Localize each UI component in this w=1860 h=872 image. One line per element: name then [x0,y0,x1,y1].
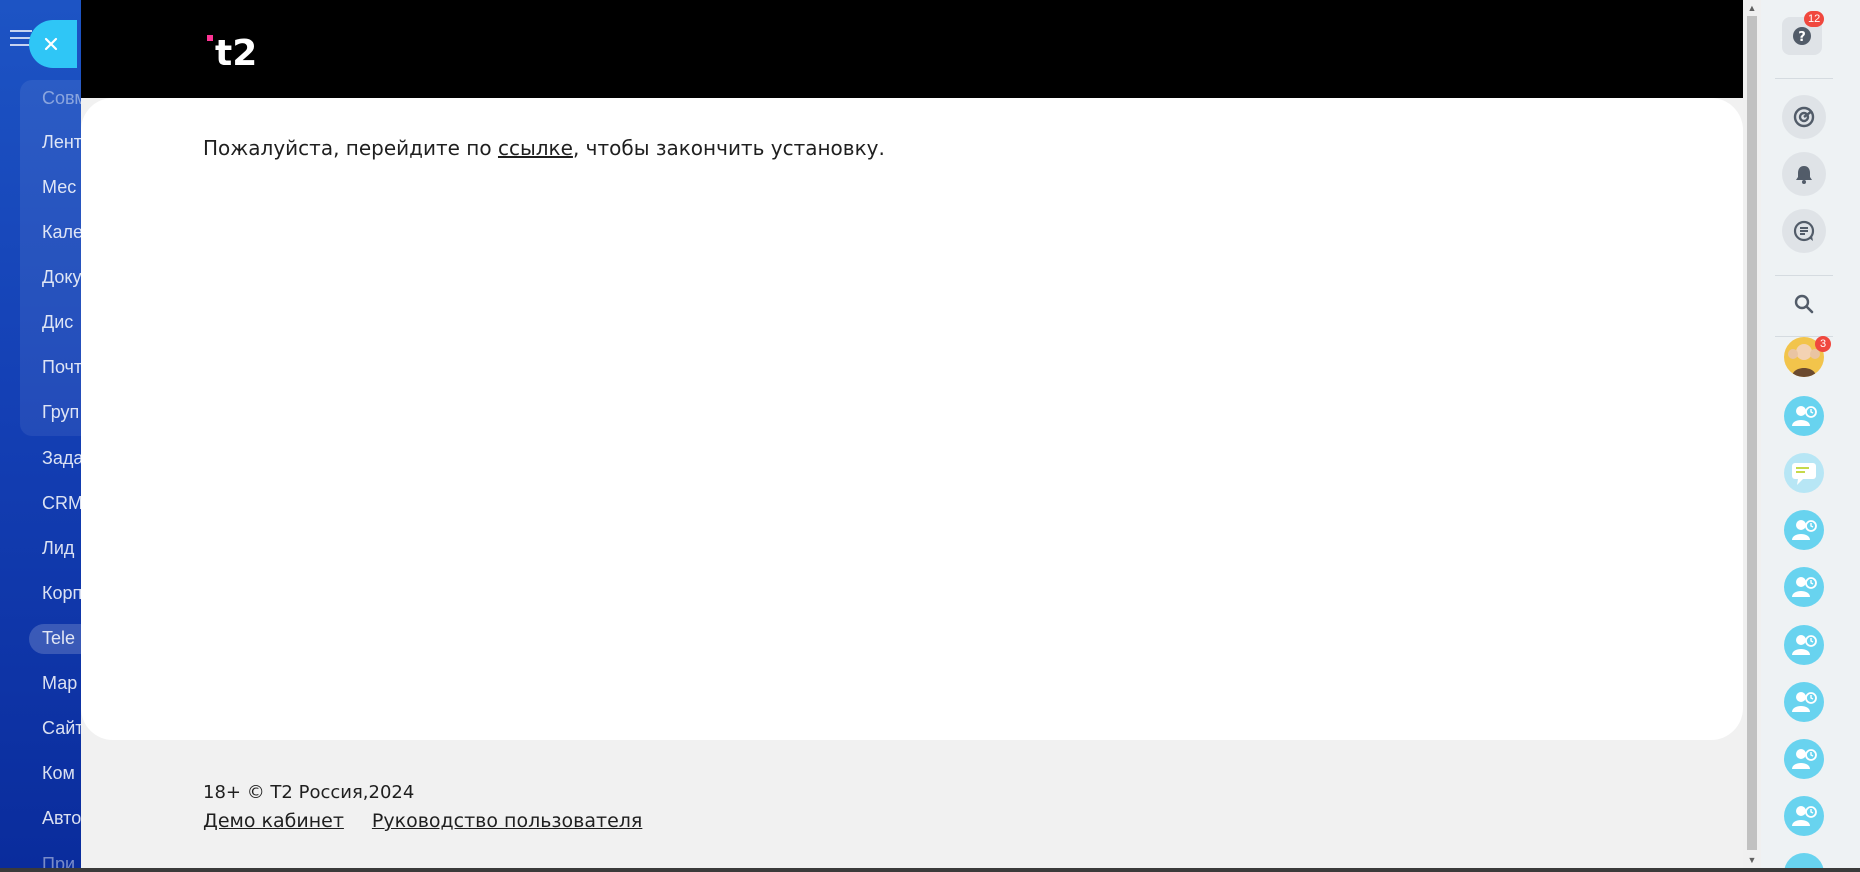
user-clock-icon [1792,749,1817,769]
taskbar-edge [0,868,1860,872]
menu-item[interactable]: Почт [42,357,82,378]
contact-avatar[interactable] [1784,682,1824,722]
menu-item[interactable]: Сайт [42,718,82,739]
message-text-before: Пожалуйста, перейдите по [203,136,498,160]
clock-icon [1793,106,1815,128]
message-text-after: , чтобы закончить установку. [572,136,885,160]
footer-links: Демо кабинет Руководство пользователя [203,810,642,832]
scrollbar[interactable]: ▲ ▼ [1743,0,1761,872]
menu-item[interactable]: Мар [42,673,77,694]
chat-avatar[interactable] [1784,453,1824,493]
install-link[interactable]: ссылке [498,136,573,160]
menu-item[interactable]: Корп [42,583,82,604]
contact-avatar[interactable] [1784,796,1824,836]
install-message: Пожалуйста, перейдите по ссылке, чтобы з… [203,136,885,160]
demo-cabinet-link[interactable]: Демо кабинет [203,810,344,832]
background-left-menu: Совм Лент Мес Кале Доку Дис Почт Груп За… [0,0,82,872]
menu-item[interactable]: CRM [42,493,82,514]
chat-icon [1793,220,1815,242]
group-chat-badge: 3 [1815,336,1831,352]
logo-dot [207,35,213,41]
notifications-button[interactable] [1782,152,1826,196]
menu-item[interactable]: Ком [42,763,75,784]
contact-avatar[interactable] [1784,510,1824,550]
menu-item[interactable]: Лид [42,538,74,559]
separator [1775,78,1833,79]
user-clock-icon [1792,692,1817,712]
svg-text:?: ? [1798,30,1806,45]
user-clock-icon [1792,406,1817,426]
menu-item[interactable]: Доку [42,267,81,288]
search-icon [1794,294,1814,314]
user-clock-icon [1792,577,1817,597]
slider-header: t2 [81,0,1743,98]
timeman-button[interactable] [1782,95,1826,139]
user-guide-link[interactable]: Руководство пользователя [372,810,642,832]
scroll-thumb[interactable] [1747,16,1757,850]
content-card [81,98,1743,740]
scroll-down-arrow[interactable]: ▼ [1747,854,1757,866]
contact-avatar[interactable] [1784,396,1824,436]
menu-item[interactable]: Мес [42,177,76,198]
bell-icon [1796,166,1812,184]
menu-item[interactable]: Зада [42,448,82,469]
close-slider-button[interactable] [29,20,77,68]
user-clock-icon [1792,635,1817,655]
slider-panel: t2 Пожалуйста, перейдите по ссылке, чтоб… [81,0,1743,872]
menu-item[interactable]: Дис [42,312,73,333]
footer-copyright: 18+ © T2 Россия,2024 [203,782,415,803]
contact-avatar[interactable] [1784,567,1824,607]
speech-bubble-icon [1792,463,1816,485]
close-icon [44,37,58,51]
contact-avatar[interactable] [1784,739,1824,779]
menu-item[interactable]: Совм [42,88,82,109]
menu-item[interactable]: Груп [42,402,79,423]
search-button[interactable] [1782,282,1826,326]
right-panel: ? 12 3 [1761,0,1860,872]
messages-button[interactable] [1782,209,1826,253]
separator [1775,275,1833,276]
t2-logo: t2 [207,28,267,74]
menu-item[interactable]: Авто [42,808,81,829]
question-icon: ? [1793,27,1811,45]
menu-item[interactable]: Кале [42,222,82,243]
contact-avatar[interactable] [1784,625,1824,665]
menu-item-active[interactable]: Tele [42,628,75,649]
logo-text: t2 [215,33,257,68]
help-badge: 12 [1804,11,1825,27]
menu-item[interactable]: Лент [42,132,82,153]
user-clock-icon [1792,520,1817,540]
scroll-up-arrow[interactable]: ▲ [1747,2,1757,14]
user-clock-icon [1792,806,1817,826]
